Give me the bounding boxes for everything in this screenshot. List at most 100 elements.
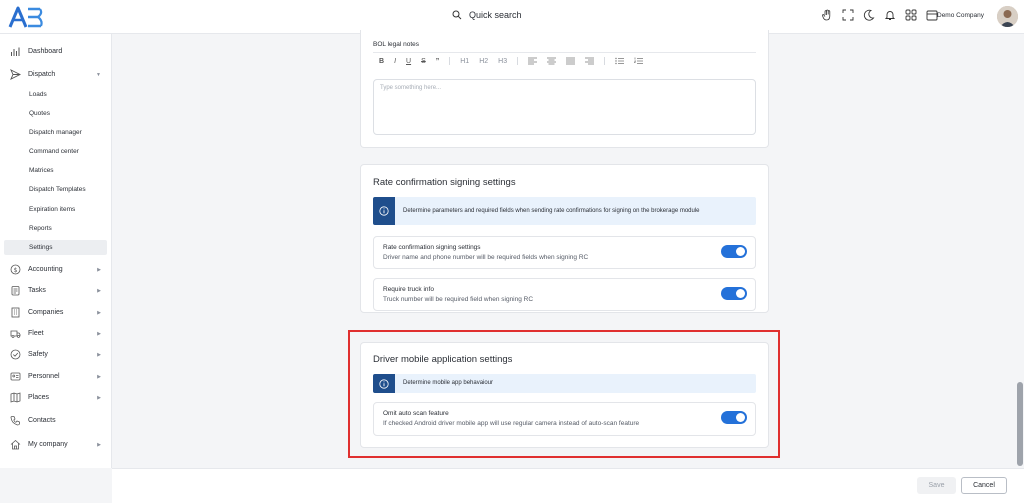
bell-icon[interactable] [884,9,896,21]
sidebar-item-contacts[interactable]: Contacts [4,412,107,429]
strikethrough-button[interactable]: S [421,58,426,65]
sidebar-item-label: Places [28,394,50,401]
save-button[interactable]: Save [917,477,956,494]
fullscreen-icon[interactable] [842,9,854,21]
chevron-right-icon: ▶ [97,394,101,401]
setting-title: Rate confirmation signing settings [383,244,481,251]
align-center-icon[interactable] [547,57,557,65]
apps-grid-icon[interactable] [905,9,917,21]
italic-button[interactable]: I [394,58,396,65]
top-header: Quick search Demo Company [0,0,1024,34]
sidebar-sub-command-center[interactable]: Command center [4,144,107,159]
sidebar-sub-matrices[interactable]: Matrices [4,163,107,178]
sidebar-item-my-company[interactable]: My company ▶ [4,436,107,453]
editor-toolbar: B I U S ” H1 H2 H3 [373,52,756,69]
align-justify-icon[interactable] [566,57,576,65]
setting-description: Driver name and phone number will be req… [383,254,589,261]
sidebar-item-label: My company [28,441,68,448]
phone-icon [8,414,22,428]
sidebar-item-label: Dashboard [28,48,63,55]
user-avatar[interactable] [997,6,1018,27]
rate-confirmation-card: Rate confirmation signing settings Deter… [360,164,769,313]
sidebar-sub-settings[interactable]: Settings [4,240,107,255]
setting-description: Truck number will be required field when… [383,296,534,303]
chevron-right-icon: ▶ [97,351,101,358]
chevron-right-icon: ▶ [97,441,101,448]
sidebar-item-label: Personnel [28,373,60,380]
sidebar: Dashboard Dispatch ▼ Loads Quotes Dispat… [0,34,112,468]
chevron-down-icon: ▼ [96,71,101,78]
quick-search[interactable]: Quick search [452,10,522,20]
send-icon [8,68,22,82]
id-card-icon [8,370,22,384]
sidebar-sub-expiration-items[interactable]: Expiration items [4,202,107,217]
company-name[interactable]: Demo Company [937,12,984,19]
sidebar-item-label: Safety [28,351,48,358]
setting-require-truck-info: Require truck info Truck number will be … [373,278,756,311]
sidebar-item-label: Fleet [28,330,44,337]
map-icon [8,391,22,405]
setting-title: Require truck info [383,286,434,293]
bold-button[interactable]: B [379,58,384,65]
sidebar-item-fleet[interactable]: Fleet ▶ [4,325,107,342]
chevron-right-icon: ▶ [97,309,101,316]
sidebar-item-dashboard[interactable]: Dashboard [4,43,107,60]
sidebar-item-label: Tasks [28,287,46,294]
main-scrollbar[interactable] [1016,34,1024,468]
sidebar-item-label: Dispatch [28,71,56,78]
require-truck-info-toggle[interactable] [721,287,747,300]
app-logo[interactable] [8,5,44,29]
search-icon [452,10,462,20]
sidebar-sub-dispatch-manager[interactable]: Dispatch manager [4,125,107,140]
toolbar-divider [449,57,451,65]
moon-icon[interactable] [863,9,875,21]
sidebar-sub-quotes[interactable]: Quotes [4,106,107,121]
sidebar-sub-loads[interactable]: Loads [4,87,107,102]
rate-confirmation-signing-toggle[interactable] [721,245,747,258]
shield-check-icon [8,348,22,362]
svg-text:$: $ [13,267,17,274]
sidebar-item-personnel[interactable]: Personnel ▶ [4,368,107,385]
heading3-button[interactable]: H3 [498,58,507,65]
sidebar-item-label: Accounting [28,266,63,273]
align-left-icon[interactable] [528,57,538,65]
sidebar-item-tasks[interactable]: Tasks ▶ [4,282,107,299]
sidebar-item-label: Companies [28,309,64,316]
truck-icon [8,327,22,341]
numbered-list-icon[interactable] [634,57,644,65]
heading1-button[interactable]: H1 [460,58,469,65]
toolbar-divider [604,57,606,65]
clipboard-icon [8,284,22,298]
chevron-right-icon: ▶ [97,373,101,380]
scrollbar-thumb[interactable] [1017,382,1023,466]
rate-confirmation-title: Rate confirmation signing settings [373,177,516,188]
home-icon [8,438,22,452]
sidebar-sub-reports[interactable]: Reports [4,221,107,236]
cancel-button[interactable]: Cancel [961,477,1007,494]
hand-icon[interactable] [821,9,833,21]
footer-bar [112,468,1024,503]
underline-button[interactable]: U [406,58,411,65]
sidebar-item-label: Contacts [28,417,56,424]
rate-confirmation-info-banner: Determine parameters and required fields… [373,197,756,225]
highlight-box [348,330,780,458]
sidebar-item-dispatch[interactable]: Dispatch ▼ [4,66,107,83]
bar-chart-icon [8,45,22,59]
quick-search-label: Quick search [469,10,522,20]
dollar-icon: $ [8,263,22,277]
info-text: Determine parameters and required fields… [403,207,700,214]
bullet-list-icon[interactable] [615,57,625,65]
sidebar-item-safety[interactable]: Safety ▶ [4,346,107,363]
sidebar-item-companies[interactable]: Companies ▶ [4,304,107,321]
bol-notes-textarea[interactable]: Type something here... [373,79,756,135]
chevron-right-icon: ▶ [97,287,101,294]
chevron-right-icon: ▶ [97,330,101,337]
building-icon [8,306,22,320]
heading2-button[interactable]: H2 [479,58,488,65]
chevron-right-icon: ▶ [97,266,101,273]
align-right-icon[interactable] [585,57,595,65]
quote-button[interactable]: ” [436,58,440,65]
sidebar-sub-dispatch-templates[interactable]: Dispatch Templates [4,182,107,197]
sidebar-item-places[interactable]: Places ▶ [4,389,107,406]
sidebar-item-accounting[interactable]: $ Accounting ▶ [4,261,107,278]
